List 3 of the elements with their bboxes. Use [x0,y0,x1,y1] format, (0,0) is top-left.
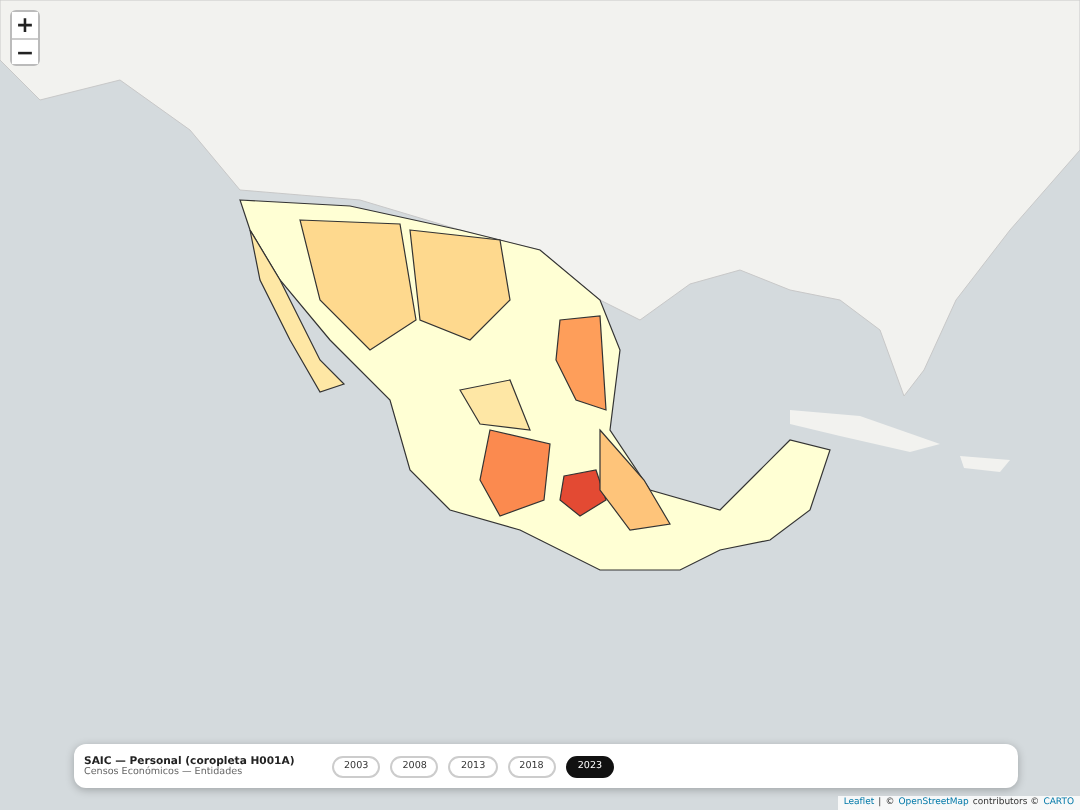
zoom-button[interactable]: + [12,12,38,38]
zoom-button[interactable]: − [12,38,38,64]
map-drawing[interactable] [0,0,1080,810]
